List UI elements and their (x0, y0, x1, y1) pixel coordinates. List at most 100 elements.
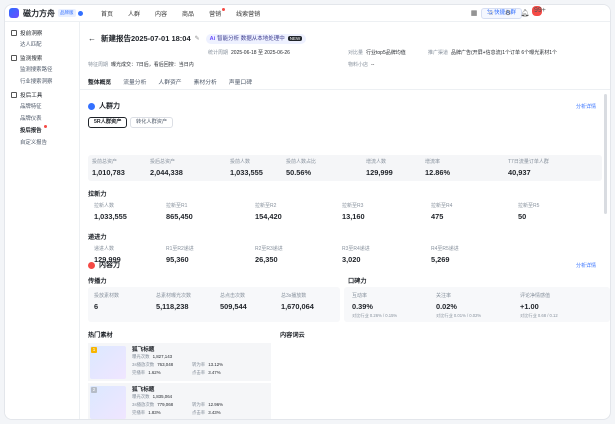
spread-title: 传播力 (88, 278, 107, 285)
stat-label: R1至R2递进 (166, 246, 194, 252)
stat-value: 129,999 (366, 168, 393, 177)
stat-value: 50 (518, 212, 527, 221)
nav-leads[interactable]: 线索营销 (236, 9, 260, 18)
stat-value: 5,269 (431, 255, 450, 264)
crowd-analyze-link[interactable]: 分析详情 (576, 103, 596, 110)
stat-sub: 对比行业 0.26% / 0.15% (352, 313, 398, 318)
settings-icon[interactable]: ⚙ (503, 9, 513, 19)
stat-label: 拉新至R3 (342, 203, 364, 209)
nav-marketing[interactable]: 营销 (209, 7, 226, 18)
stat-label: 拉新至R2 (255, 203, 277, 209)
metric-label: 点击率 (192, 370, 206, 375)
sidebar-group-post[interactable]: 投后工具 (5, 88, 79, 101)
info-dot-icon (77, 10, 83, 16)
pull-r2: 拉新至R2 154,420 (255, 202, 282, 221)
stat-label: 投前总资产 (92, 159, 118, 165)
stat-label: R3至R4递进 (342, 246, 370, 252)
hot-title: 热门素材 (88, 332, 113, 339)
stat-value: 26,350 (255, 255, 278, 264)
report-header: ← 新建报告2025-07-01 18:04 ✎ Ai 智能分析 数据从本地处理中… (88, 33, 307, 44)
word-title: 口碑力 (348, 278, 367, 285)
sidebar-item-brand-feature[interactable]: 品牌特征 (5, 101, 79, 113)
top-bar: 磁力方舟 品牌版 首页 人群 内容 商品 营销 线索营销 ⇆ 快捷入群 ▦ ☆ … (5, 5, 610, 22)
edit-icon[interactable]: ✎ (195, 35, 200, 42)
nav-content[interactable]: 内容 (155, 9, 167, 18)
stat-value: 475 (431, 212, 444, 221)
stat-sub: 对比行业 0.68 / 0.12 (520, 313, 558, 318)
sidebar-item-talent[interactable]: 达人匹配 (5, 39, 79, 51)
sidebar-item-post-report[interactable]: 投后报告 (5, 125, 79, 137)
metric-value: 763,048 (157, 362, 174, 367)
feature-period: 特征周期 曝光成交：7日后，看后回搜：当日内 (88, 61, 194, 68)
ai-analysis-chip[interactable]: Ai 智能分析 数据从本地处理中 NEW (205, 33, 307, 44)
stat-label: 总点击次数 (220, 293, 246, 299)
material-value: -- (371, 62, 375, 68)
sidebar-group-pre[interactable]: 投前洞察 (5, 26, 79, 39)
stat-t7-orders: T7日流量订单人群 40,937 (508, 158, 549, 177)
crowd-title: 人群力 (99, 103, 120, 110)
material-thumbnail: 2 (90, 386, 126, 419)
stat-label: 拉新至R1 (166, 203, 188, 209)
stat-post-total: 投后总资产 2,044,338 (150, 158, 183, 177)
channel-value: 品牌广告(开屏+信息流)1个订单 6个曝光素材1个 (451, 50, 557, 56)
metric-value: 1.62% (148, 370, 161, 375)
brand-logo[interactable]: 磁力方舟 品牌版 (9, 8, 91, 19)
stat-value: 13,160 (342, 212, 365, 221)
sidebar-item-custom-report[interactable]: 自定义报告 (5, 137, 79, 149)
stat-period-value: 2025-06-18 至 2025-06-26 (231, 50, 290, 56)
metric-label: 3s播放次数 (132, 362, 155, 367)
nav-product[interactable]: 商品 (182, 9, 194, 18)
compare-target: 对比量 行业top5品牌均值 (348, 49, 406, 56)
page-title: 新建报告2025-07-01 18:04 (101, 34, 191, 43)
sidebar-item-search-path[interactable]: 监测搜索路径 (5, 64, 79, 76)
stat-value: 6 (94, 302, 99, 311)
pill-5r-assets[interactable]: 5R人群资产 (88, 117, 128, 128)
stat-value: 1,033,555 (94, 212, 127, 221)
back-arrow-icon[interactable]: ← (88, 34, 96, 43)
stat-value: 1,033,555 (230, 168, 263, 177)
grid-icon[interactable]: ▦ (469, 9, 479, 19)
flow-r4-r5: R4至R5递进 5,269 (431, 245, 459, 264)
sidebar-group-label: 投前洞察 (20, 30, 43, 37)
word-interaction: 互动率 0.39% 对比行业 0.26% / 0.15% (352, 292, 397, 319)
material-card[interactable]: 1 狐飞标题 曝光次数 1,827,143 3s播放次数 763,048 转为率 13… (88, 343, 271, 381)
stat-label: 投放素材数 (94, 293, 120, 299)
metric-label: 点击率 (192, 410, 206, 415)
feature-label: 特征周期 (88, 62, 109, 68)
pill-conversion-assets[interactable]: 转化人群资产 (130, 117, 174, 128)
bell-icon[interactable]: 🔔︎ 99+ (520, 6, 546, 19)
material-row: 转为率 13.12% (192, 362, 223, 368)
material-card[interactable]: 2 狐飞标题 曝光次数 1,835,064 3s播放次数 779,068 转为率 12… (88, 383, 271, 419)
brand-tag: 品牌版 (58, 9, 76, 17)
stat-period-label: 统计周期 (208, 50, 229, 56)
stat-value: 3,020 (342, 255, 361, 264)
insight-icon (11, 29, 17, 36)
vertical-scrollbar[interactable] (604, 94, 607, 214)
stat-value: 95,360 (166, 255, 189, 264)
ai-text: 数据从本地处理中 (240, 35, 285, 42)
stat-flow-count: 增流人数 129,999 (366, 158, 393, 177)
sidebar-item-brand-dashboard[interactable]: 品牌仪表 (5, 113, 79, 125)
nav-crowd[interactable]: 人群 (128, 9, 140, 18)
metric-label: 转为率 (192, 362, 206, 367)
flow-r1-r2: R1至R2递进 95,360 (166, 245, 194, 264)
stat-label: 投前人数占比 (286, 159, 317, 165)
material-row: 转为率 12.96% (192, 402, 223, 408)
stat-label: T7日流量订单人群 (508, 159, 549, 165)
feature-value: 曝光成交：7日后，看后回搜：当日内 (111, 62, 194, 68)
metric-value: 12.96% (208, 402, 224, 407)
stat-label: 增流人数 (366, 159, 387, 165)
logo-icon (9, 8, 19, 18)
top-nav: 首页 人群 内容 商品 营销 线索营销 (101, 7, 275, 18)
sidebar-item-industry-search[interactable]: 行业搜索洞察 (5, 76, 79, 88)
stat-pre-ratio: 投前人数占比 50.56% (286, 158, 316, 177)
sidebar-group-monitor[interactable]: 监测搜索 (5, 51, 79, 64)
stat-value: 40,937 (508, 168, 531, 177)
star-icon[interactable]: ☆ (486, 9, 496, 19)
nav-home[interactable]: 首页 (101, 9, 113, 18)
ai-new-tag: NEW (287, 35, 303, 41)
content-analyze-link[interactable]: 分析详情 (576, 262, 596, 269)
metric-label: 3s播放次数 (132, 402, 155, 407)
sidebar-group-label: 监测搜索 (20, 55, 43, 62)
metric-value: 1.83% (148, 410, 161, 415)
